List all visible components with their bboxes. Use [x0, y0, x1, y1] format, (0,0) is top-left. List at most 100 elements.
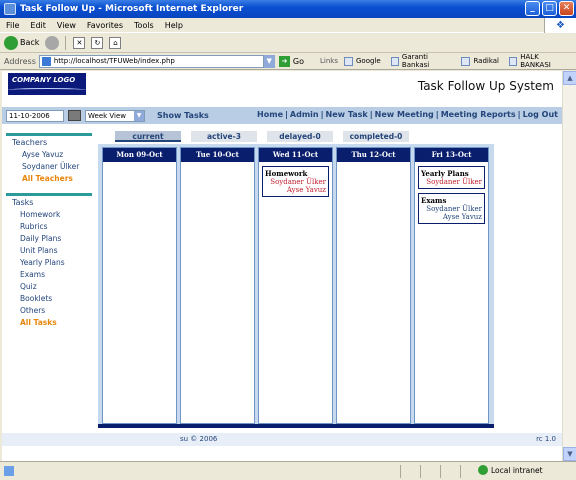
security-zone: Local intranet — [478, 465, 543, 475]
view-select[interactable]: Week View ▼ — [85, 109, 145, 122]
ie-icon — [4, 3, 16, 15]
nav-separator: | — [435, 110, 439, 119]
page-footer: su © 2006 rc 1.0 — [2, 433, 562, 446]
nav-admin[interactable]: Admin — [290, 110, 319, 119]
task-card-name[interactable]: Soydaner Ülker — [421, 178, 482, 186]
windows-logo-icon: ❖ — [544, 18, 576, 33]
sidebar-task-yearly-plans[interactable]: Yearly Plans — [6, 257, 92, 269]
forward-icon[interactable] — [45, 35, 60, 50]
link-icon — [343, 56, 353, 66]
address-bar: Address http://localhost/TFUWeb/index.ph… — [0, 53, 576, 70]
date-input[interactable]: 11-10-2006 — [6, 109, 64, 122]
tab-delayed[interactable]: delayed-0 — [267, 131, 333, 142]
page-title: Task Follow Up System — [417, 79, 554, 93]
sidebar-all-tasks[interactable]: All Tasks — [6, 317, 92, 329]
scroll-up-icon[interactable]: ▲ — [563, 71, 576, 85]
company-logo: COMPANY LOGO — [8, 73, 86, 95]
tasks-section: Tasks Homework Rubrics Daily Plans Unit … — [6, 193, 92, 329]
calendar-icon[interactable] — [68, 110, 81, 121]
sidebar-teacher-soydaner[interactable]: Soydaner Ülker — [6, 161, 92, 173]
window-controls: _ □ ✕ — [525, 1, 574, 16]
sidebar: Teachers Ayse Yavuz Soydaner Ülker All T… — [6, 133, 92, 335]
task-card[interactable]: Yearly Plans Soydaner Ülker — [418, 166, 485, 189]
task-card[interactable]: Homework Soydaner Ülker Ayse Yavuz — [262, 166, 329, 197]
nav-separator: | — [285, 110, 288, 119]
go-arrow-icon: ➜ — [278, 55, 290, 67]
sidebar-teacher-ayse[interactable]: Ayse Yavuz — [6, 149, 92, 161]
menu-tools[interactable]: Tools — [134, 21, 154, 30]
sidebar-task-daily-plans[interactable]: Daily Plans — [6, 233, 92, 245]
nav-new-task[interactable]: New Task — [326, 110, 368, 119]
control-bar: 11-10-2006 Week View ▼ Show Tasks Home |… — [2, 107, 562, 124]
minimize-button[interactable]: _ — [525, 1, 540, 16]
sidebar-task-homework[interactable]: Homework — [6, 209, 92, 221]
main-content: current active-3 delayed-0 completed-0 M… — [98, 127, 496, 428]
link-icon — [461, 56, 471, 66]
sidebar-task-unit-plans[interactable]: Unit Plans — [6, 245, 92, 257]
links-bar: Links Google Garanti Bankasi Radikal HAL… — [320, 53, 576, 69]
nav-log-out[interactable]: Log Out — [523, 110, 558, 119]
menu-help[interactable]: Help — [165, 21, 183, 30]
sidebar-all-teachers[interactable]: All Teachers — [6, 173, 92, 185]
address-label: Address — [4, 56, 36, 66]
maximize-button[interactable]: □ — [542, 1, 557, 16]
go-button[interactable]: ➜ Go — [278, 55, 304, 67]
day-column-tue: Tue 10-Oct — [180, 147, 255, 424]
day-column-thu: Thu 12-Oct — [336, 147, 411, 424]
menu-favorites[interactable]: Favorites — [87, 21, 123, 30]
logo-swoosh — [8, 88, 86, 92]
task-card-name[interactable]: Soydaner Ülker — [265, 178, 326, 186]
nav-meeting-reports[interactable]: Meeting Reports — [441, 110, 516, 119]
link-halk[interactable]: HALK BANKASI — [509, 53, 566, 69]
task-card-name[interactable]: Soydaner Ülker — [421, 205, 482, 213]
title-bar: Task Follow Up - Microsoft Internet Expl… — [0, 0, 576, 18]
teachers-section: Teachers Ayse Yavuz Soydaner Ülker All T… — [6, 133, 92, 185]
tab-completed[interactable]: completed-0 — [343, 131, 409, 142]
footer-version: rc 1.0 — [536, 435, 556, 443]
tab-active[interactable]: active-3 — [191, 131, 257, 142]
sidebar-task-rubrics[interactable]: Rubrics — [6, 221, 92, 233]
link-garanti[interactable]: Garanti Bankasi — [390, 53, 452, 69]
teachers-title: Teachers — [6, 133, 92, 149]
menu-edit[interactable]: Edit — [30, 21, 46, 30]
sidebar-task-quiz[interactable]: Quiz — [6, 281, 92, 293]
status-separator — [440, 465, 441, 478]
footer-copyright: su © 2006 — [180, 435, 218, 443]
task-card-name[interactable]: Ayse Yavuz — [421, 213, 482, 221]
tasks-title: Tasks — [6, 193, 92, 209]
back-icon[interactable] — [4, 35, 18, 50]
address-url: http://localhost/TFUWeb/index.php — [53, 57, 175, 65]
refresh-icon[interactable]: ↻ — [91, 36, 104, 49]
page-icon — [41, 56, 51, 66]
day-header: Tue 10-Oct — [181, 148, 254, 162]
address-input[interactable]: http://localhost/TFUWeb/index.php — [38, 54, 264, 68]
task-card[interactable]: Exams Soydaner Ülker Ayse Yavuz — [418, 193, 485, 224]
sidebar-task-exams[interactable]: Exams — [6, 269, 92, 281]
link-google[interactable]: Google — [343, 56, 381, 66]
stop-icon[interactable]: ✕ — [73, 36, 86, 49]
sidebar-task-booklets[interactable]: Booklets — [6, 293, 92, 305]
link-radikal[interactable]: Radikal — [461, 56, 499, 66]
sidebar-task-others[interactable]: Others — [6, 305, 92, 317]
tab-current[interactable]: current — [115, 131, 181, 142]
day-header: Fri 13-Oct — [415, 148, 488, 162]
nav-new-meeting[interactable]: New Meeting — [375, 110, 434, 119]
status-bar: Local intranet — [0, 461, 576, 480]
scroll-down-icon[interactable]: ▼ — [563, 447, 576, 461]
close-button[interactable]: ✕ — [559, 1, 574, 16]
nav-home[interactable]: Home — [257, 110, 283, 119]
home-icon[interactable]: ⌂ — [109, 36, 122, 49]
link-label: HALK BANKASI — [520, 53, 551, 69]
page-header: COMPANY LOGO Task Follow Up System — [2, 71, 562, 107]
menu-view[interactable]: View — [57, 21, 76, 30]
address-dropdown-icon[interactable]: ▼ — [263, 54, 275, 68]
menu-bar: File Edit View Favorites Tools Help — [0, 18, 576, 33]
zone-label: Local intranet — [491, 465, 543, 475]
week-calendar: Mon 09-Oct Tue 10-Oct Wed 11-Oct Homewor… — [98, 144, 494, 428]
show-tasks-button[interactable]: Show Tasks — [157, 111, 209, 120]
task-card-title: Yearly Plans — [421, 169, 469, 178]
task-card-name[interactable]: Ayse Yavuz — [265, 186, 326, 194]
vertical-scrollbar[interactable]: ▲ ▼ — [562, 71, 576, 461]
menu-file[interactable]: File — [6, 21, 19, 30]
back-button[interactable]: Back — [20, 38, 39, 47]
